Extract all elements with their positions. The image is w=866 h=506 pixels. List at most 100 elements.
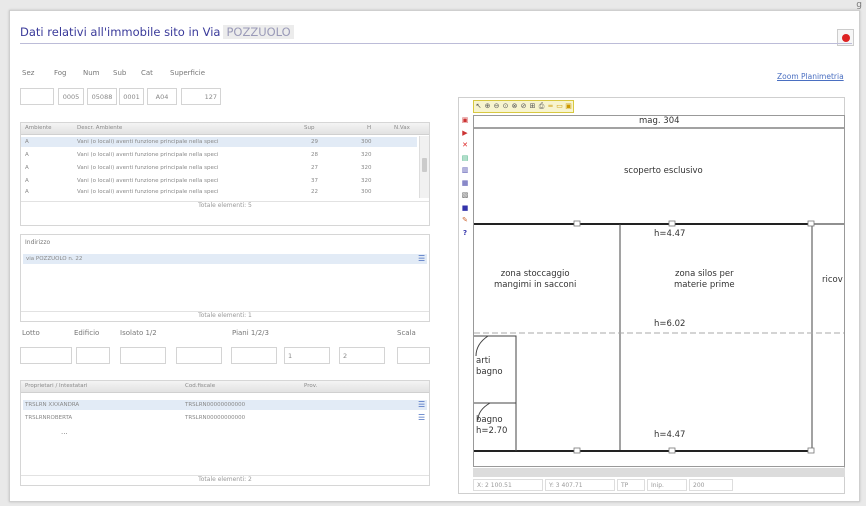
viewer-toolbar: ↖ ⊕ ⊖ ⊙ ⊗ ⊘ ⊞ ⎙ ═ ▭ ▣ xyxy=(473,100,574,113)
indirizzo-label: Indirizzo xyxy=(25,239,51,246)
col-codfiscale: Cod.fiscale xyxy=(185,383,216,389)
label-lotto: Lotto xyxy=(22,329,40,337)
cell: 29 xyxy=(311,139,318,145)
cell: TRSLRN XXXANDRA xyxy=(25,402,80,408)
status-mode: Inip. xyxy=(647,479,687,491)
label-piani: Piani 1/2/3 xyxy=(232,329,269,337)
intestatari-total: Totale elementi: 2 xyxy=(21,475,429,485)
print-icon[interactable]: ⎙ xyxy=(537,101,546,112)
export-icon[interactable]: ▶ xyxy=(460,128,470,139)
viewer-side-toolbar: ▣ ▶ ✕ ▤ ▥ ▦ ▧ ■ ✎ ? xyxy=(460,115,472,240)
label-isolato: Isolato 1/2 xyxy=(120,329,157,337)
piano-field-1[interactable] xyxy=(176,347,222,364)
ambienti-scrollbar[interactable] xyxy=(419,136,429,198)
plan-label-ricov: ricov xyxy=(822,275,843,285)
ambienti-header: Ambiente Descr. Ambiente Sup H N.Vax xyxy=(21,123,429,135)
fog-field[interactable]: 0005 xyxy=(58,88,84,105)
help-icon[interactable]: ? xyxy=(460,228,470,239)
save-icon[interactable]: ▣ xyxy=(564,101,573,112)
zoom-window-icon[interactable]: ⊙ xyxy=(501,101,510,112)
cat-field[interactable]: A04 xyxy=(147,88,177,105)
zoom-out-icon[interactable]: ⊖ xyxy=(492,101,501,112)
table-row[interactable]: A Vani (o locali) aventi funzione princi… xyxy=(21,163,417,173)
cell: Vani (o locali) aventi funzione principa… xyxy=(77,152,219,158)
plan-label-bagno: bagno h=2.70 xyxy=(476,415,508,436)
table-row[interactable]: TRSLRNROBERTA TRSLRN00000000000 xyxy=(23,413,427,423)
list-item[interactable]: via POZZUOLO n. 22 xyxy=(23,254,427,264)
table-row[interactable]: TRSLRN XXXANDRA TRSLRN00000000000 xyxy=(23,400,427,410)
col-sup: Sup xyxy=(304,125,315,131)
piano-field-4[interactable]: 2 xyxy=(339,347,385,364)
piano-field-3[interactable]: 1 xyxy=(284,347,330,364)
floor-plan-drawing[interactable]: mag. 304 scoperto esclusivo h=4.47 zona … xyxy=(473,115,845,467)
zoom-extent-icon[interactable]: ⊗ xyxy=(510,101,519,112)
table-row[interactable]: A Vani (o locali) aventi funzione princi… xyxy=(21,137,417,147)
label-edificio: Edificio xyxy=(74,329,100,337)
col-ambiente: Ambiente xyxy=(25,125,52,131)
plan-viewer: ↖ ⊕ ⊖ ⊙ ⊗ ⊘ ⊞ ⎙ ═ ▭ ▣ ▣ ▶ ✕ ▤ ▥ ▦ ▧ ■ ✎ … xyxy=(458,97,845,494)
cell: A xyxy=(25,139,29,145)
scroll-thumb[interactable] xyxy=(422,158,427,172)
fill-icon[interactable]: ▧ xyxy=(460,190,470,201)
table-row[interactable]: A Vani (o locali) aventi funzione princi… xyxy=(21,150,417,160)
corner-text: g xyxy=(856,0,862,10)
cell: TRSLRN00000000000 xyxy=(185,415,246,421)
label-cat: Cat xyxy=(141,69,153,77)
lotto-field[interactable] xyxy=(20,347,72,364)
plan-label-top: mag. 304 xyxy=(639,116,680,126)
cell: Vani (o locali) aventi funzione principa… xyxy=(77,139,219,145)
zoom-in-icon[interactable]: ⊕ xyxy=(483,101,492,112)
viewer-statusbar: X: 2 100.51 Y: 3 407.71 TP Inip. 200 xyxy=(473,479,845,493)
edificio-field[interactable] xyxy=(76,347,110,364)
more-indicator: ... xyxy=(61,428,68,436)
list-icon[interactable]: ☰ xyxy=(418,254,425,263)
list-icon[interactable]: ☰ xyxy=(418,400,425,409)
num-field[interactable]: 05088 xyxy=(87,88,117,105)
grid-icon[interactable]: ▦ xyxy=(460,178,470,189)
copy-icon[interactable]: ▥ xyxy=(460,165,470,176)
intestatari-header: Proprietari / Intestatari Cod.fiscale Pr… xyxy=(21,381,429,393)
plan-label-zona1: zona stoccaggio mangimi in sacconi xyxy=(494,269,577,290)
indirizzo-total: Totale elementi: 1 xyxy=(21,311,429,321)
cell: 320 xyxy=(361,152,372,158)
title-divider xyxy=(20,43,852,44)
measure-icon[interactable]: ═ xyxy=(546,101,555,112)
list-icon[interactable]: ☰ xyxy=(418,413,425,422)
pan-icon[interactable]: ↖ xyxy=(474,101,483,112)
plan-label-zona2: zona silos per materie prime xyxy=(674,269,735,290)
zoom-fit-icon[interactable]: ⊞ xyxy=(528,101,537,112)
page-title: Dati relativi all'immobile sito in Via PO… xyxy=(20,25,294,39)
table-row[interactable]: A Vani (o locali) aventi funzione princi… xyxy=(21,189,417,195)
table-row[interactable]: A Vani (o locali) aventi funzione princi… xyxy=(21,176,417,186)
zoom-prev-icon[interactable]: ⊘ xyxy=(519,101,528,112)
piano-field-2[interactable] xyxy=(231,347,277,364)
edit-icon[interactable]: ✎ xyxy=(460,215,470,226)
ambienti-table: Ambiente Descr. Ambiente Sup H N.Vax A V… xyxy=(20,122,430,226)
plan-label-h3: h=4.47 xyxy=(654,430,686,440)
cell: Vani (o locali) aventi funzione principa… xyxy=(77,165,219,171)
sez-field[interactable] xyxy=(20,88,54,105)
title-text: Dati relativi all'immobile sito in Via xyxy=(20,25,221,39)
scala-field[interactable] xyxy=(397,347,430,364)
open-icon[interactable]: ▭ xyxy=(555,101,564,112)
intestatari-table: Proprietari / Intestatari Cod.fiscale Pr… xyxy=(20,380,430,486)
cell: Vani (o locali) aventi funzione principa… xyxy=(77,189,219,195)
cell: A xyxy=(25,165,29,171)
plan-label-h2: h=6.02 xyxy=(654,319,686,329)
cell: A xyxy=(25,152,29,158)
cell: A xyxy=(25,189,29,195)
status-scale: 200 xyxy=(689,479,733,491)
sub-field[interactable]: 0001 xyxy=(119,88,144,105)
viewer-horizontal-scrollbar[interactable] xyxy=(473,468,845,477)
zoom-planimetria-link[interactable]: Zoom Planimetria xyxy=(777,72,844,81)
document-icon[interactable]: ▤ xyxy=(460,153,470,164)
cell: 37 xyxy=(311,178,318,184)
cell: 300 xyxy=(361,189,372,195)
block-icon[interactable]: ■ xyxy=(460,203,470,214)
delete-icon[interactable]: ✕ xyxy=(460,140,470,151)
superficie-field[interactable]: 127 xyxy=(181,88,221,105)
label-num: Num xyxy=(83,69,100,77)
layer-icon[interactable]: ▣ xyxy=(460,115,470,126)
isolato-field[interactable] xyxy=(120,347,166,364)
indirizzo-list: Indirizzo via POZZUOLO n. 22 ☰ Totale el… xyxy=(20,234,430,322)
